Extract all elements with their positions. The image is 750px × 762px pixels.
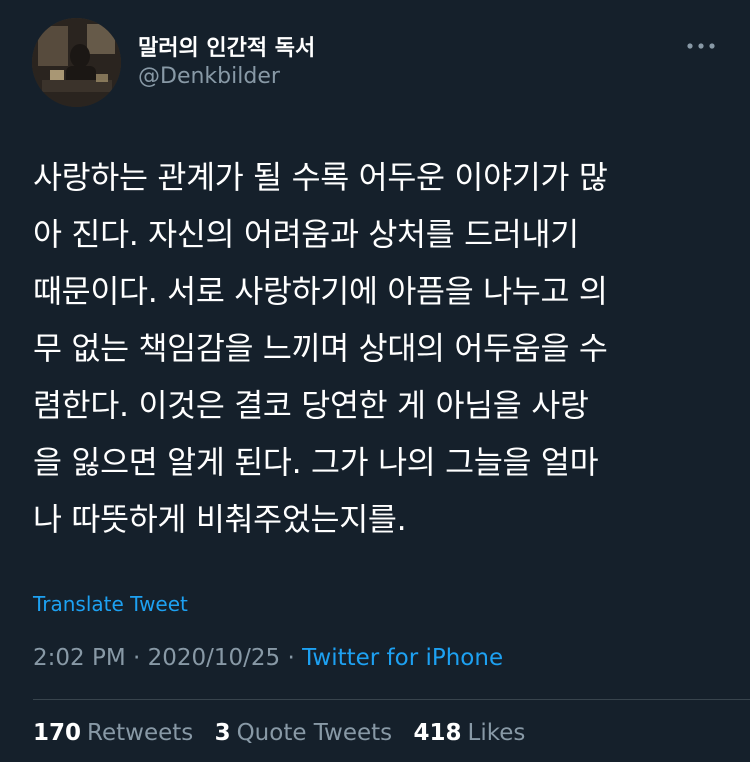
tweet-text-line: 렴한다. 이것은 결코 당연한 게 아님을 사랑 (33, 388, 589, 424)
tweet-text-line: 나 따뜻하게 비춰주었는지를. (33, 502, 407, 538)
tweet-time[interactable]: 2:02 PM (33, 645, 126, 671)
retweets-stat[interactable]: 170 Retweets (33, 720, 193, 746)
engagement-stats: 170 Retweets 3 Quote Tweets 418 Likes (33, 720, 539, 746)
more-horizontal-icon[interactable] (686, 36, 716, 56)
author-display-name[interactable]: 말러의 인간적 독서 (138, 30, 315, 62)
tweet-metadata: 2:02 PM · 2020/10/25 · Twitter for iPhon… (33, 645, 503, 671)
quote-tweets-label: Quote Tweets (236, 720, 393, 746)
tweet-text: 사랑하는 관계가 될 수록 어두운 이야기가 많 아 진다. 자신의 어려움과 … (33, 150, 723, 549)
likes-count: 418 (413, 720, 462, 746)
tweet-date[interactable]: 2020/10/25 (148, 645, 281, 671)
translate-tweet-link[interactable]: Translate Tweet (33, 592, 188, 616)
quote-tweets-stat[interactable]: 3 Quote Tweets (215, 720, 393, 746)
retweets-label: Retweets (87, 720, 194, 746)
retweets-count: 170 (33, 720, 82, 746)
author-avatar[interactable] (32, 18, 121, 107)
avatar-image (32, 18, 121, 107)
likes-label: Likes (467, 720, 526, 746)
meta-separator: · (133, 645, 141, 671)
likes-stat[interactable]: 418 Likes (413, 720, 525, 746)
tweet-text-line: 무 없는 책임감을 느끼며 상대의 어두움을 수 (33, 331, 608, 367)
tweet-text-line: 을 잃으면 알게 된다. 그가 나의 그늘을 얼마 (33, 445, 599, 481)
divider (33, 699, 750, 700)
tweet-text-line: 사랑하는 관계가 될 수록 어두운 이야기가 많 (33, 160, 608, 196)
tweet-source-link[interactable]: Twitter for iPhone (302, 645, 503, 671)
author-handle[interactable]: @Denkbilder (138, 64, 280, 89)
quote-tweets-count: 3 (214, 720, 231, 746)
tweet-text-line: 때문이다. 서로 사랑하기에 아픔을 나누고 의 (33, 274, 608, 310)
meta-separator: · (287, 645, 295, 671)
tweet-text-line: 아 진다. 자신의 어려움과 상처를 드러내기 (33, 217, 579, 253)
